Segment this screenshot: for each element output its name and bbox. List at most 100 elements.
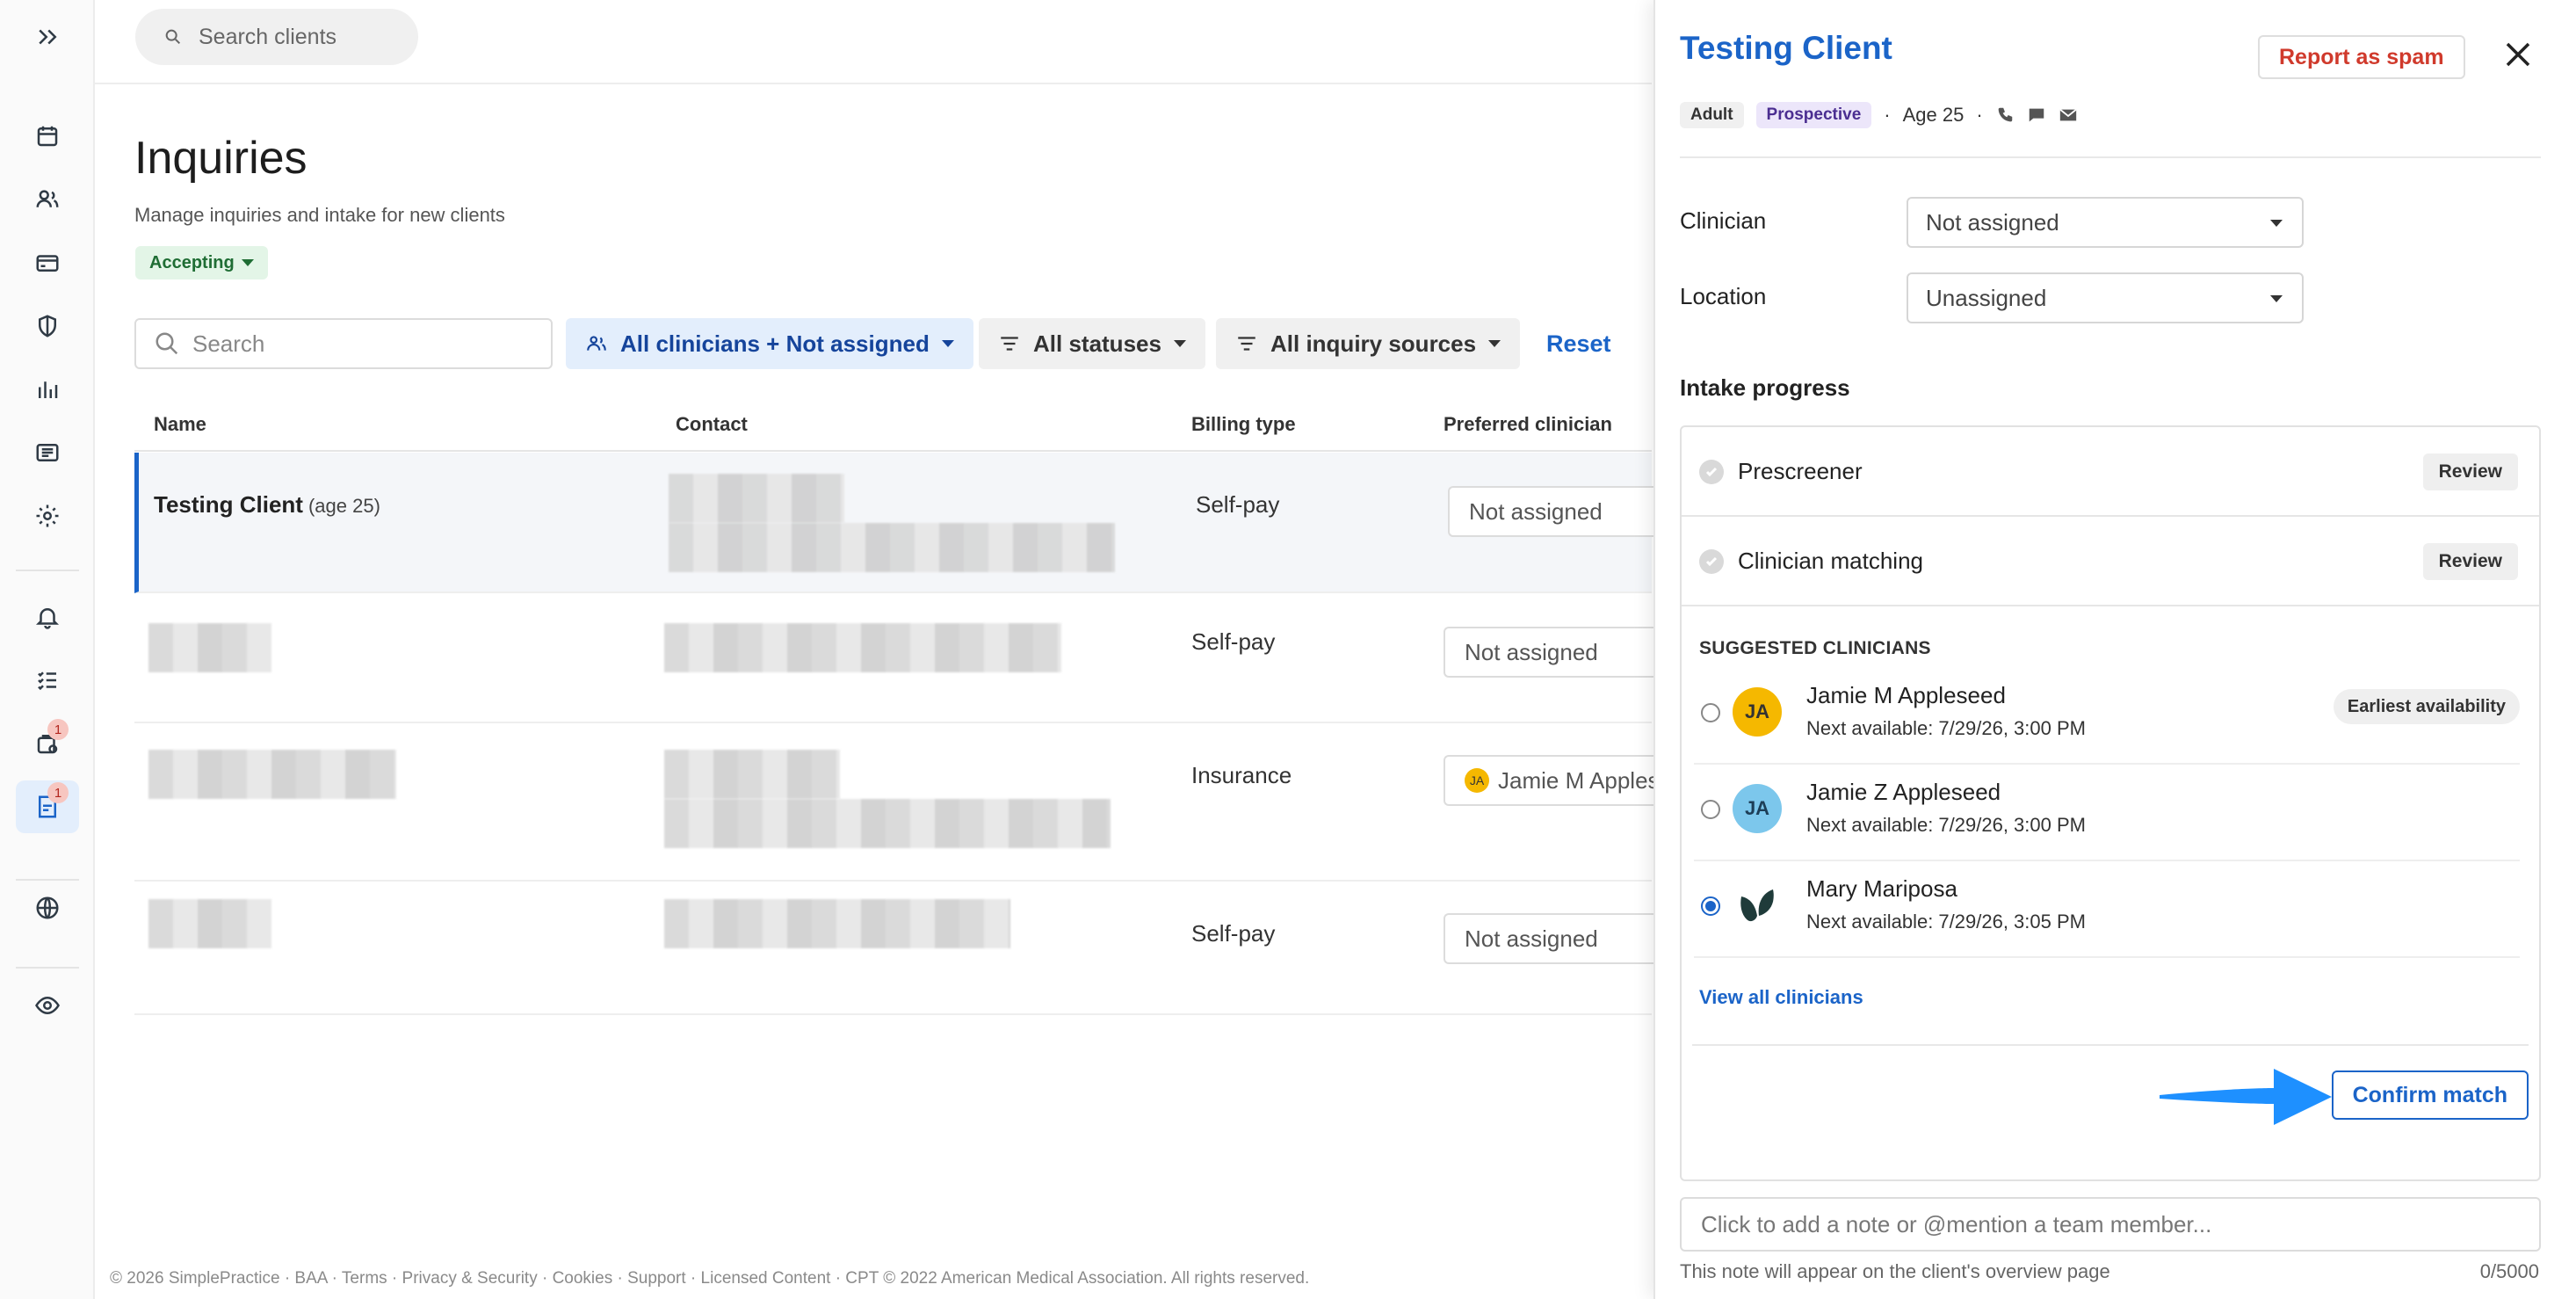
redacted-name <box>148 750 396 799</box>
nav-clients[interactable] <box>16 173 79 226</box>
note-input[interactable]: Click to add a note or @mention a team m… <box>1680 1197 2541 1252</box>
client-title[interactable]: Testing Client <box>1680 30 1892 67</box>
clinicians-icon <box>587 336 606 351</box>
confirm-match-button[interactable]: Confirm match <box>2331 1070 2529 1120</box>
table-row[interactable]: Insurance JA Jamie M Apples <box>134 725 1786 882</box>
nav-analytics[interactable] <box>16 363 79 416</box>
search-icon <box>165 29 181 45</box>
inquiry-search-input[interactable]: Search <box>134 318 553 369</box>
prospective-tag: Prospective <box>1755 102 1872 128</box>
separator-dot: · <box>1976 104 1983 126</box>
preferred-clinician-value: Not assigned <box>1465 925 1598 952</box>
reset-filters-link[interactable]: Reset <box>1546 330 1611 358</box>
bell-icon <box>35 608 60 629</box>
nav-calendar[interactable] <box>16 110 79 163</box>
preferred-clinician-value: Not assigned <box>1465 638 1598 665</box>
chevron-down-icon <box>941 340 954 347</box>
table-row[interactable]: Testing Client (age 25) Self-pay Not assi… <box>134 453 1791 593</box>
message-icon[interactable] <box>2027 105 2046 125</box>
clinician-radio-selected[interactable] <box>1701 896 1720 916</box>
chevron-down-icon <box>2270 220 2283 227</box>
note-help-text: This note will appear on the client's ov… <box>1680 1260 2110 1282</box>
suggested-clinician-option[interactable]: Mary Mariposa Next available: 7/29/26, 3… <box>1694 861 2520 958</box>
expand-sidebar-button[interactable] <box>16 11 79 63</box>
preferred-clinician-value: Not assigned <box>1469 497 1603 525</box>
accepting-status-dropdown[interactable]: Accepting <box>135 246 268 279</box>
column-header-name[interactable]: Name <box>154 413 206 436</box>
nav-billing[interactable] <box>16 236 79 289</box>
table-header-divider <box>134 450 1652 452</box>
chevron-down-icon <box>241 259 254 266</box>
redacted-contact <box>669 474 844 523</box>
intake-progress-heading: Intake progress <box>1680 374 1850 401</box>
status-filter-label: All statuses <box>1033 330 1161 357</box>
inquiries-badge: 1 <box>47 782 69 803</box>
review-matching-button[interactable]: Review <box>2422 543 2518 580</box>
redacted-contact <box>664 750 840 799</box>
note-placeholder: Click to add a note or @mention a team m… <box>1701 1210 2212 1237</box>
table-row[interactable]: Self-pay Not assigned <box>134 595 1786 723</box>
nav-requests[interactable]: 1 <box>16 717 79 770</box>
suggested-clinicians-heading: SUGGESTED CLINICIANS <box>1699 638 1931 658</box>
top-bar: Search clients <box>95 0 1652 84</box>
location-select[interactable]: Unassigned <box>1907 272 2304 323</box>
page-subtitle: Manage inquiries and intake for new clie… <box>134 204 505 226</box>
client-name-cell: Testing Client (age 25) <box>154 491 380 519</box>
client-search-input[interactable]: Search clients <box>135 9 418 65</box>
clinician-radio[interactable] <box>1701 800 1720 819</box>
filter-icon <box>1238 337 1255 351</box>
suggested-clinician-option[interactable]: JA Jamie Z Appleseed Next available: 7/2… <box>1694 765 2520 861</box>
column-header-billing[interactable]: Billing type <box>1191 413 1296 436</box>
clinician-next-available: Next available: 7/29/26, 3:00 PM <box>1806 717 2086 739</box>
billing-icon <box>36 255 59 272</box>
billing-type-cell: Self-pay <box>1191 920 1276 947</box>
column-header-preferred-clinician[interactable]: Preferred clinician <box>1444 413 1612 436</box>
avatar: JA <box>1733 784 1782 833</box>
butterfly-logo-icon <box>1733 881 1782 930</box>
nav-rail: 1 1 <box>0 0 95 1299</box>
table-row[interactable]: Self-pay Not assigned <box>134 883 1786 1015</box>
step-label: Prescreener <box>1738 458 1863 484</box>
client-tags: Adult Prospective · Age 25 · <box>1680 102 2078 128</box>
source-filter[interactable]: All inquiry sources <box>1216 318 1521 369</box>
billing-type-cell: Insurance <box>1191 762 1292 788</box>
shield-icon <box>39 315 56 337</box>
accepting-label: Accepting <box>149 252 235 272</box>
client-age-label: Age 25 <box>1902 104 1965 126</box>
nav-inquiries[interactable]: 1 <box>16 780 79 833</box>
chevron-down-icon <box>1488 340 1501 347</box>
footer-legal: © 2026 SimplePractice · BAA · Terms · Pr… <box>110 1269 1310 1288</box>
clinician-filter-label: All clinicians + Not assigned <box>620 330 930 357</box>
nav-notifications[interactable] <box>16 591 79 643</box>
close-icon <box>2506 42 2530 67</box>
clinician-filter[interactable]: All clinicians + Not assigned <box>566 318 973 369</box>
header-divider <box>1680 156 2541 158</box>
redacted-name <box>148 899 271 948</box>
close-panel-button[interactable] <box>2499 35 2537 74</box>
redacted-name <box>148 623 271 672</box>
view-all-clinicians-link[interactable]: View all clinicians <box>1699 986 1863 1009</box>
eye-icon <box>35 996 60 1015</box>
intake-progress-card: Prescreener Review Clinician matching Re… <box>1680 425 2541 1181</box>
earliest-availability-badge: Earliest availability <box>2333 689 2520 724</box>
status-filter[interactable]: All statuses <box>979 318 1205 369</box>
clinician-select[interactable]: Not assigned <box>1907 197 2304 248</box>
redacted-contact <box>669 523 1115 572</box>
suggested-clinician-option[interactable]: JA Jamie M Appleseed Next available: 7/2… <box>1694 668 2520 765</box>
review-prescreener-button[interactable]: Review <box>2422 454 2518 490</box>
nav-insurance[interactable] <box>16 300 79 352</box>
email-icon[interactable] <box>2059 105 2078 125</box>
separator-dot: · <box>1884 104 1891 126</box>
report-spam-button[interactable]: Report as spam <box>2258 35 2465 79</box>
nav-list[interactable] <box>16 426 79 479</box>
nav-tasks[interactable] <box>16 654 79 707</box>
clinician-radio[interactable] <box>1701 703 1720 722</box>
check-icon <box>1699 460 1724 484</box>
phone-icon[interactable] <box>1995 105 2015 125</box>
search-icon <box>156 332 178 355</box>
column-header-contact[interactable]: Contact <box>676 413 748 436</box>
nav-preview[interactable] <box>16 979 79 1032</box>
nav-settings[interactable] <box>16 490 79 542</box>
nav-website[interactable] <box>16 882 79 934</box>
globe-icon <box>36 896 59 919</box>
